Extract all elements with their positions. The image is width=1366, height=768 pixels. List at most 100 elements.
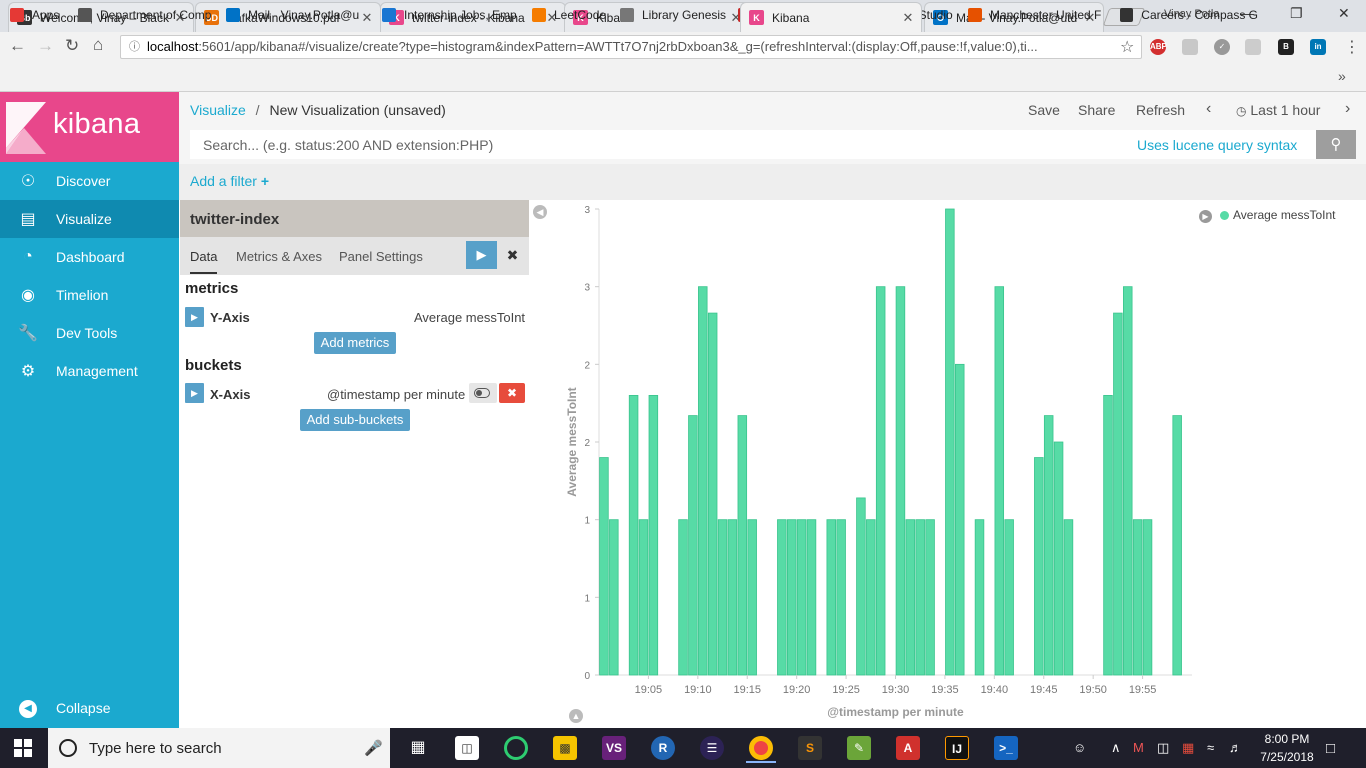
app-icon[interactable]: ✎ xyxy=(847,736,871,760)
volume-icon[interactable]: ♬ xyxy=(1229,740,1242,755)
index-pattern-title: twitter-index xyxy=(180,200,529,237)
tray-app-icon[interactable]: M xyxy=(1133,740,1144,755)
linkedin-extension-icon[interactable]: in xyxy=(1310,39,1326,55)
y-axis-label[interactable]: Y-Axis xyxy=(210,310,250,325)
sidebar-item-discover[interactable]: ☉ Discover xyxy=(0,162,179,200)
file-explorer-icon[interactable]: ▩ xyxy=(553,736,577,760)
bookmark-star-icon[interactable]: ☆ xyxy=(1120,37,1134,57)
add-filter-link[interactable]: Add a filter + xyxy=(190,173,269,189)
sidebar-item-dashboard[interactable]: ◔ Dashboard xyxy=(0,238,179,276)
time-back-icon[interactable]: ‹ xyxy=(1206,100,1211,118)
people-icon[interactable]: ☺ xyxy=(1073,740,1086,755)
time-forward-icon[interactable]: › xyxy=(1345,100,1350,118)
maximize-icon[interactable]: ❐ xyxy=(1290,5,1303,22)
taskbar-search-box[interactable]: Type here to search 🎤 xyxy=(48,728,390,768)
collapse-button[interactable]: ◀ Collapse xyxy=(0,689,179,727)
add-sub-buckets-button[interactable]: Add sub-buckets xyxy=(300,409,410,431)
legend-toggle-icon[interactable]: ▶ xyxy=(1199,210,1212,223)
wifi-icon[interactable]: ≈ xyxy=(1207,740,1214,755)
tab-panel-settings[interactable]: Panel Settings xyxy=(339,249,423,264)
system-clock[interactable]: 8:00 PM 7/25/2018 xyxy=(1254,730,1320,766)
time-picker-button[interactable]: ◷ Last 1 hour xyxy=(1236,102,1320,118)
check-extension-icon[interactable]: ✓ xyxy=(1214,39,1230,55)
apply-changes-button[interactable]: ▶ xyxy=(466,241,497,269)
home-icon[interactable]: ⌂ xyxy=(93,35,103,55)
sidebar-item-management[interactable]: ⚙ Management xyxy=(0,352,179,390)
lucene-syntax-link[interactable]: Uses lucene query syntax xyxy=(1137,137,1297,153)
y-tick-label: 1 xyxy=(584,593,590,604)
back-icon[interactable]: ← xyxy=(9,36,26,56)
tray-app-icon[interactable]: ▦ xyxy=(1182,740,1194,756)
tab-data[interactable]: Data xyxy=(190,249,218,274)
browser-tab[interactable]: K Kibana ✕ xyxy=(740,2,922,32)
extension-icon[interactable] xyxy=(1245,39,1261,55)
show-hidden-icons[interactable]: ∧ xyxy=(1111,740,1121,756)
search-button[interactable]: ⚲ xyxy=(1316,130,1356,159)
bookmark-item[interactable]: Internship Jobs, Emp xyxy=(382,8,532,22)
histogram-bar xyxy=(698,286,708,676)
expand-spy-panel-icon[interactable]: ▲ xyxy=(569,709,583,723)
dashboard-icon: ◔ xyxy=(23,248,33,265)
app-icon[interactable] xyxy=(504,736,528,760)
plus-icon: + xyxy=(260,173,270,189)
breadcrumb-separator: / xyxy=(255,102,260,118)
x-axis-label[interactable]: X-Axis xyxy=(210,387,250,402)
bookmark-item[interactable]: Mail - Vinay.Potla@u xyxy=(226,8,372,22)
microphone-icon[interactable]: 🎤 xyxy=(364,739,383,757)
acrobat-icon[interactable]: A xyxy=(896,736,920,760)
bookmark-label: Mail - Vinay.Potla@u xyxy=(248,8,360,22)
legend-dot-icon xyxy=(1220,210,1229,220)
add-metrics-button[interactable]: Add metrics xyxy=(314,332,396,354)
info-icon[interactable]: ⓘ xyxy=(129,36,140,58)
close-tab-icon[interactable]: ✕ xyxy=(901,10,915,26)
breadcrumb-visualize-link[interactable]: Visualize xyxy=(190,102,246,118)
bookmark-item[interactable]: LeetCode xyxy=(532,8,632,22)
chrome-icon[interactable] xyxy=(746,736,776,763)
apps-shortcut[interactable]: Apps xyxy=(10,8,76,22)
chrome-menu-icon[interactable]: ⋮ xyxy=(1344,37,1360,57)
intellij-icon[interactable]: IJ xyxy=(945,736,969,760)
tray-app-icon[interactable]: ◫ xyxy=(1157,740,1169,756)
save-button[interactable]: Save xyxy=(1028,102,1060,118)
histogram-bar xyxy=(856,497,866,676)
store-icon[interactable]: ◫ xyxy=(455,736,479,760)
bookmark-item[interactable]: Library Genesis xyxy=(620,8,730,22)
kibana-logo[interactable]: kibana xyxy=(0,92,179,162)
eclipse-icon[interactable]: ☰ xyxy=(700,736,724,760)
refresh-button[interactable]: Refresh xyxy=(1136,102,1185,118)
more-bookmarks-icon[interactable]: » xyxy=(1338,68,1346,84)
tab-metrics-axes[interactable]: Metrics & Axes xyxy=(236,249,322,264)
adblock-icon[interactable]: ABP xyxy=(1150,39,1167,55)
sidebar-item-label: Timelion xyxy=(56,287,109,303)
close-window-icon[interactable]: ✕ xyxy=(1338,5,1350,22)
sidebar-item-timelion[interactable]: ◉ Timelion xyxy=(0,276,179,314)
reload-icon[interactable]: ↻ xyxy=(65,36,79,56)
pdf-extension-icon[interactable] xyxy=(1182,39,1198,55)
url-field[interactable]: ⓘ localhost:5601/app/kibana#/visualize/c… xyxy=(120,35,1142,59)
timelion-icon: ◉ xyxy=(21,287,35,304)
discard-changes-button[interactable]: ✖ xyxy=(498,241,527,269)
r-icon[interactable]: R xyxy=(651,736,675,760)
chart-legend[interactable]: Average messToInt xyxy=(1220,208,1336,222)
forward-icon[interactable]: → xyxy=(37,36,54,56)
collapse-sidebar-icon[interactable]: ◀ xyxy=(533,205,547,219)
expand-y-axis-icon[interactable]: ▶ xyxy=(185,307,204,327)
windows-start-icon[interactable] xyxy=(14,739,32,757)
bookmark-label: Careers - Compass G xyxy=(1141,8,1258,22)
visual-studio-icon[interactable]: VS xyxy=(602,736,626,760)
histogram-bar xyxy=(747,519,757,676)
sublime-icon[interactable]: S xyxy=(798,736,822,760)
remove-aggregation-button[interactable]: ✖ xyxy=(499,383,525,403)
task-view-icon[interactable]: ▦ xyxy=(406,736,430,760)
bookmark-item[interactable]: Department of Comp xyxy=(78,8,218,22)
expand-x-axis-icon[interactable]: ▶ xyxy=(185,383,204,403)
toggle-aggregation-button[interactable] xyxy=(469,383,497,403)
bookmark-item[interactable]: Manchester United F xyxy=(968,8,1102,22)
sidebar-item-visualize[interactable]: ▤ Visualize xyxy=(0,200,179,238)
notifications-icon[interactable]: □ xyxy=(1326,740,1335,757)
bookmark-item[interactable]: Careers - Compass G xyxy=(1120,8,1258,22)
extension-icon[interactable]: B xyxy=(1278,39,1294,55)
sidebar-item-dev-tools[interactable]: 🔧 Dev Tools xyxy=(0,314,179,352)
share-button[interactable]: Share xyxy=(1078,102,1115,118)
powershell-icon[interactable]: >_ xyxy=(994,736,1018,760)
